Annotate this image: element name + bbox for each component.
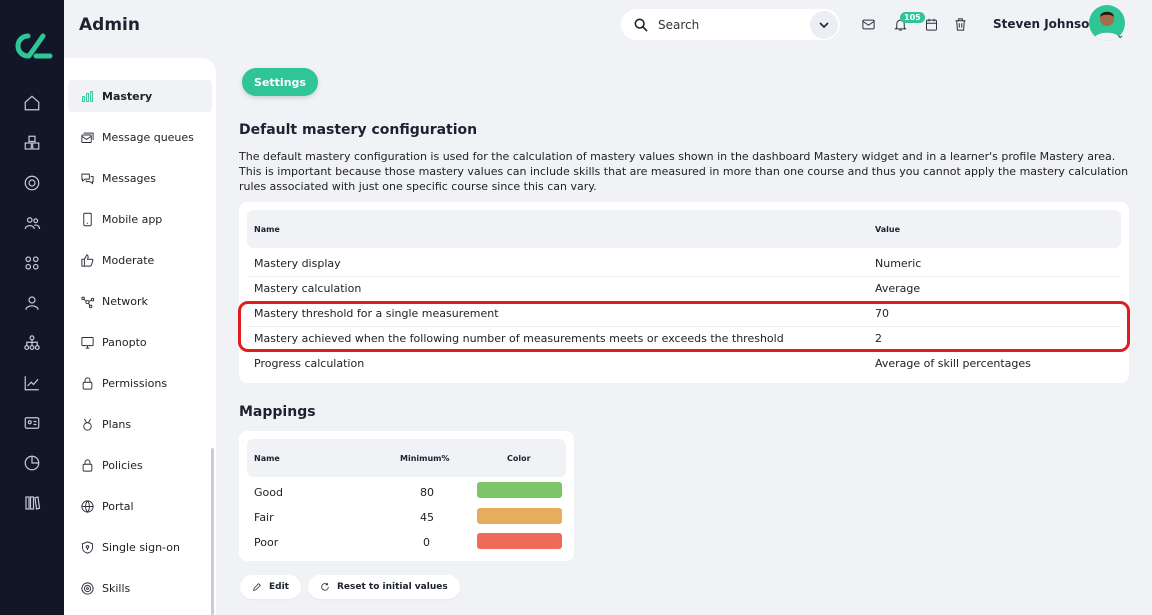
- chart-icon[interactable]: [20, 371, 44, 395]
- sidebar-item-label: Network: [102, 294, 148, 308]
- config-section-title: Default mastery configuration: [239, 122, 478, 138]
- sidebar-item-policies[interactable]: Policies: [68, 449, 212, 481]
- table-cell-name: Mastery calculation: [254, 282, 362, 295]
- mappings-section-title: Mappings: [239, 404, 316, 420]
- sidebar-item-label: Permissions: [102, 376, 168, 390]
- pencil-icon: [253, 583, 261, 591]
- user-name[interactable]: Steven Johnson: [993, 17, 1098, 31]
- sidebar-item-plans[interactable]: Plans: [68, 408, 212, 440]
- edit-button-label: Edit: [269, 582, 289, 592]
- sidebar-item-label: Plans: [102, 417, 132, 431]
- pie-icon[interactable]: [20, 451, 44, 475]
- sidebar-item-single-sign-on[interactable]: Single sign-on: [68, 531, 212, 563]
- target-icon[interactable]: [20, 171, 44, 195]
- chevron-down-icon[interactable]: ⌄: [1116, 30, 1124, 41]
- sidebar-item-label: Mobile app: [102, 212, 163, 226]
- network-icon: [81, 296, 95, 308]
- notification-badge: 105: [900, 12, 925, 23]
- sidebar-scrollbar[interactable]: [211, 448, 214, 615]
- sidebar-item-mobile-app[interactable]: Mobile app: [68, 203, 212, 235]
- table-cell-minimum: 0: [423, 536, 430, 549]
- table-cell-minimum: 80: [420, 486, 434, 499]
- shield-icon: [82, 540, 93, 554]
- mail-icon[interactable]: [859, 15, 877, 33]
- search-icon: [634, 18, 648, 32]
- search-bar[interactable]: Search: [621, 9, 840, 40]
- sidebar-item-permissions[interactable]: Permissions: [68, 367, 212, 399]
- sidebar-item-panopto[interactable]: Panopto: [68, 326, 212, 358]
- sidebar-item-moderate[interactable]: Moderate: [68, 244, 212, 276]
- settings-sidebar: Mastery Message queues Messages Mobile a…: [64, 58, 216, 615]
- table-cell-value: Numeric: [875, 257, 922, 270]
- table-cell-name: Poor: [254, 536, 279, 549]
- sidebar-item-skills[interactable]: Skills: [68, 572, 212, 604]
- sidebar-item-label: Single sign-on: [102, 540, 180, 554]
- cubes-icon[interactable]: [20, 131, 44, 155]
- sidebar-item-label: Message queues: [102, 130, 194, 144]
- bar-chart-icon: [82, 90, 93, 102]
- users-icon[interactable]: [20, 211, 44, 235]
- sidebar-item-message-queues[interactable]: Message queues: [68, 121, 212, 153]
- table-cell-name: Mastery display: [254, 257, 341, 270]
- sidebar-item-label: Panopto: [102, 335, 147, 349]
- icon-rail: [0, 0, 64, 615]
- column-header-name: Name: [254, 225, 280, 234]
- search-placeholder[interactable]: Search: [658, 18, 810, 32]
- reset-button-label: Reset to initial values: [337, 582, 448, 592]
- color-swatch-fair: [477, 508, 562, 524]
- color-swatch-good: [477, 482, 562, 498]
- lock-icon: [82, 458, 93, 472]
- table-cell-name: Good: [254, 486, 283, 499]
- sidebar-item-label: Policies: [102, 458, 143, 472]
- reset-button[interactable]: Reset to initial values: [308, 575, 460, 599]
- hierarchy-icon[interactable]: [20, 331, 44, 355]
- sidebar-item-label: Portal: [102, 499, 134, 513]
- chevron-down-icon[interactable]: [810, 10, 838, 39]
- sidebar-item-network[interactable]: Network: [68, 285, 212, 317]
- table-cell-value: Average: [875, 282, 921, 295]
- column-header-name: Name: [254, 454, 280, 463]
- sidebar-item-label: Mastery: [102, 89, 153, 103]
- chat-icon: [81, 173, 94, 184]
- calendar-icon[interactable]: [922, 15, 940, 33]
- page-title: Admin: [79, 15, 140, 35]
- id-card-icon[interactable]: [20, 411, 44, 435]
- lock-icon: [82, 376, 93, 390]
- column-header-color: Color: [507, 454, 531, 463]
- target-icon: [81, 581, 94, 595]
- refresh-icon: [321, 582, 329, 591]
- message-queue-icon: [81, 132, 94, 143]
- table-header: [247, 210, 1121, 248]
- thumbs-up-icon: [81, 253, 94, 267]
- column-header-value: Value: [875, 225, 901, 234]
- settings-button[interactable]: Settings: [242, 68, 318, 96]
- home-icon[interactable]: [20, 91, 44, 115]
- sidebar-item-label: Moderate: [102, 253, 155, 267]
- config-table: Name Value Mastery display Numeric Maste…: [239, 202, 1129, 383]
- color-swatch-poor: [477, 533, 562, 549]
- apps-icon[interactable]: [20, 251, 44, 275]
- user-icon[interactable]: [20, 291, 44, 315]
- trash-icon[interactable]: [951, 15, 969, 33]
- mobile-icon: [83, 212, 92, 226]
- sidebar-item-label: Skills: [102, 581, 131, 595]
- table-cell-name: Fair: [254, 511, 274, 524]
- globe-icon: [81, 499, 94, 513]
- monitor-icon: [81, 336, 94, 349]
- sidebar-item-portal[interactable]: Portal: [68, 490, 212, 522]
- table-cell-value: Average of skill percentages: [875, 357, 1031, 370]
- highlight-box: [238, 301, 1130, 352]
- row-divider: [247, 276, 1121, 277]
- column-header-minimum: Minimum%: [400, 454, 450, 463]
- logo-icon[interactable]: [10, 30, 54, 62]
- sidebar-item-mastery[interactable]: Mastery: [68, 80, 212, 112]
- sidebar-item-label: Messages: [102, 171, 156, 185]
- edit-button[interactable]: Edit: [240, 575, 301, 599]
- sidebar-item-messages[interactable]: Messages: [68, 162, 212, 194]
- medal-icon: [83, 418, 92, 431]
- books-icon[interactable]: [20, 491, 44, 515]
- table-cell-minimum: 45: [420, 511, 434, 524]
- table-cell-name: Progress calculation: [254, 357, 365, 370]
- config-description: The default mastery configuration is use…: [239, 150, 1129, 193]
